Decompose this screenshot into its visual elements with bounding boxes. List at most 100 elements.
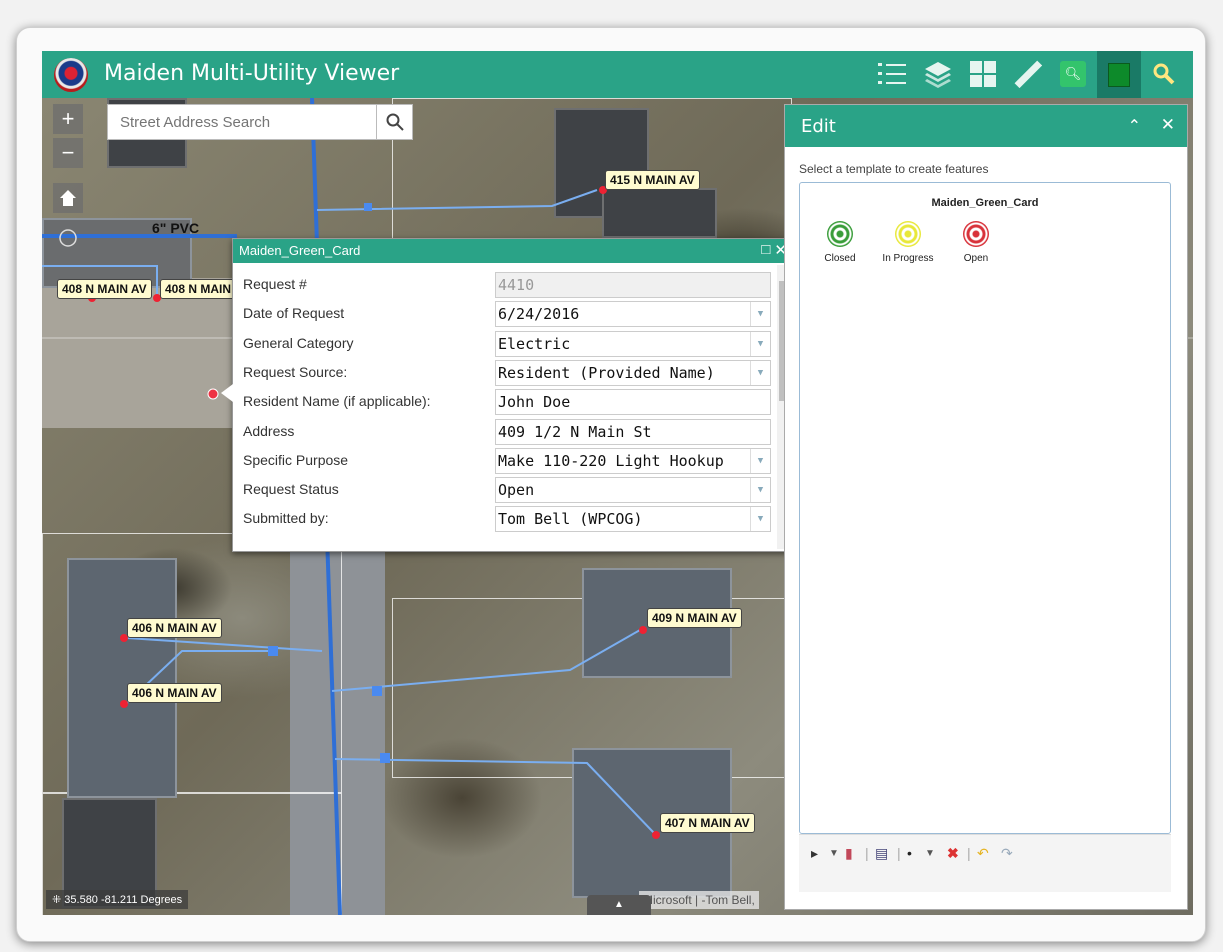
separator: |: [865, 845, 869, 861]
open-symbol-icon: [963, 221, 989, 247]
field-label: Request Source:: [243, 363, 348, 380]
closed-symbol-icon: [827, 221, 853, 247]
home-button[interactable]: [53, 183, 83, 213]
form-row: Request Source: Resident (Provided Name) ▼: [233, 357, 781, 386]
template-closed[interactable]: Closed: [810, 221, 870, 264]
search-button[interactable]: [377, 104, 413, 140]
field-label: Date of Request: [243, 305, 345, 322]
form-row: General Category Electric ▼: [233, 328, 781, 357]
coordinate-text: 35.580 -81.211 Degrees: [64, 894, 183, 906]
address-label: 406 N MAIN AV: [127, 683, 222, 703]
dropdown-arrow-icon[interactable]: ▼: [750, 331, 770, 356]
template-hint: Select a template to create features: [799, 162, 989, 176]
undo-icon[interactable]: ↶: [977, 845, 989, 862]
dropdown-arrow-icon[interactable]: ▼: [750, 360, 770, 385]
dropdown-arrow-icon[interactable]: ▼: [750, 478, 770, 503]
field-label: Request Status: [243, 481, 339, 498]
edit-tool-icon[interactable]: [1097, 51, 1141, 98]
address-label: 408 N MAIN AV: [57, 279, 152, 299]
address-label: 415 N MAIN AV: [605, 170, 700, 190]
field-label: Specific Purpose: [243, 451, 349, 468]
popup-title: Maiden_Green_Card: [239, 243, 361, 258]
eraser-icon[interactable]: ▮: [845, 845, 853, 862]
field-value: 4410: [495, 272, 771, 298]
form-row: Address 409 1/2 N Main St: [233, 416, 781, 445]
field-value-text: John Doe: [498, 393, 571, 412]
locate-icon: [59, 229, 77, 247]
popup-form: Request #4410 Date of Request 6/24/2016 ▼ Ge…: [233, 263, 781, 551]
app-window: Maiden Multi-Utility Viewer 🔍︎ 6" PVC 41…: [42, 51, 1193, 915]
crosshair-icon: ⁜: [52, 894, 65, 906]
zoom-out-button[interactable]: −: [53, 138, 83, 168]
edit-panel-title: Edit: [801, 116, 836, 137]
dropdown-arrow-icon[interactable]: ▼: [750, 302, 770, 327]
zoom-in-button[interactable]: +: [53, 104, 83, 134]
field-value[interactable]: Resident (Provided Name) ▼: [495, 359, 771, 386]
address-label: 406 N MAIN AV: [127, 618, 222, 638]
field-value[interactable]: John Doe: [495, 389, 771, 416]
edit-panel: Edit ⌃ ✕ Select a template to create fea…: [784, 104, 1188, 910]
bottom-panel-toggle[interactable]: ▲: [587, 895, 651, 915]
field-value-text: Open: [498, 481, 535, 500]
edit-toolbar: ▸ ▼ ▮ | ▤ | • ▼ ✖ | ↶ ↷: [799, 834, 1171, 892]
popup-header: Maiden_Green_Card □ ✕: [233, 239, 791, 263]
collapse-icon[interactable]: ⌃: [1128, 116, 1141, 135]
query-icon[interactable]: [1147, 57, 1181, 91]
template-label: Open: [963, 253, 989, 264]
popup-pointer: [221, 384, 233, 402]
locate-button[interactable]: [53, 223, 83, 253]
in-progress-symbol-icon: [895, 221, 921, 247]
field-value[interactable]: 409 1/2 N Main St: [495, 418, 771, 445]
field-label: General Category: [243, 334, 354, 351]
address-search-input[interactable]: [107, 104, 377, 140]
form-row: Resident Name (if applicable): John Doe: [233, 386, 781, 416]
address-label: 409 N MAIN AV: [647, 608, 742, 628]
template-picker: Maiden_Green_Card Closed In Progress Ope…: [799, 182, 1171, 834]
field-label: Request #: [243, 276, 307, 292]
coordinate-readout: ⁜ 35.580 -81.211 Degrees: [46, 890, 189, 909]
attribution: Microsoft | -Tom Bell,: [639, 891, 759, 909]
search-icon: [386, 113, 404, 131]
dropdown-arrow-icon[interactable]: ▼: [750, 507, 770, 532]
layers-icon[interactable]: [921, 57, 955, 91]
select-tool-icon[interactable]: ▸: [811, 845, 818, 862]
chevron-down-icon[interactable]: ▼: [925, 848, 935, 859]
point-tool-icon[interactable]: •: [907, 845, 912, 861]
address-label: 407 N MAIN AV: [660, 813, 755, 833]
separator: |: [897, 845, 901, 861]
template-label: In Progress: [882, 253, 934, 264]
form-row: Request # 4410: [233, 269, 781, 298]
maximize-icon[interactable]: □: [761, 241, 770, 259]
chevron-down-icon[interactable]: ▼: [829, 848, 839, 859]
form-row: Submitted by: Tom Bell (WPCOG) ▼: [233, 503, 781, 533]
delete-icon[interactable]: ✖: [947, 845, 959, 862]
address-label: 408 N MAIN: [160, 279, 235, 299]
pipe-label: 6" PVC: [152, 220, 200, 236]
template-label: Closed: [824, 253, 856, 264]
field-value[interactable]: Open ▼: [495, 477, 771, 504]
town-seal-logo: [54, 58, 88, 92]
legend-icon[interactable]: [875, 57, 909, 91]
field-label: Resident Name (if applicable):: [243, 393, 431, 410]
field-value[interactable]: 6/24/2016 ▼: [495, 301, 771, 328]
field-value-text: Resident (Provided Name): [498, 363, 715, 382]
template-open[interactable]: Open: [946, 221, 1006, 264]
field-value-text: 4410: [498, 276, 535, 294]
field-value-text: 409 1/2 N Main St: [498, 422, 652, 441]
measure-icon[interactable]: [1011, 57, 1045, 91]
field-value[interactable]: Electric ▼: [495, 330, 771, 357]
field-value[interactable]: Make 110-220 Light Hookup ▼: [495, 447, 771, 474]
field-value-text: 6/24/2016: [498, 305, 580, 324]
dropdown-arrow-icon[interactable]: ▼: [750, 448, 770, 473]
redo-icon[interactable]: ↷: [1001, 845, 1013, 862]
search-tool-icon[interactable]: 🔍︎: [1056, 57, 1090, 91]
form-row: Date of Request 6/24/2016 ▼: [233, 298, 781, 328]
app-title: Maiden Multi-Utility Viewer: [104, 61, 400, 86]
field-value[interactable]: Tom Bell (WPCOG) ▼: [495, 506, 771, 533]
field-value-text: Make 110-220 Light Hookup: [498, 451, 724, 470]
close-icon[interactable]: ✕: [1161, 115, 1175, 135]
field-label: Address: [243, 422, 295, 439]
template-in-progress[interactable]: In Progress: [878, 221, 938, 264]
basemap-gallery-icon[interactable]: [966, 57, 1000, 91]
attributes-icon[interactable]: ▤: [875, 845, 888, 862]
